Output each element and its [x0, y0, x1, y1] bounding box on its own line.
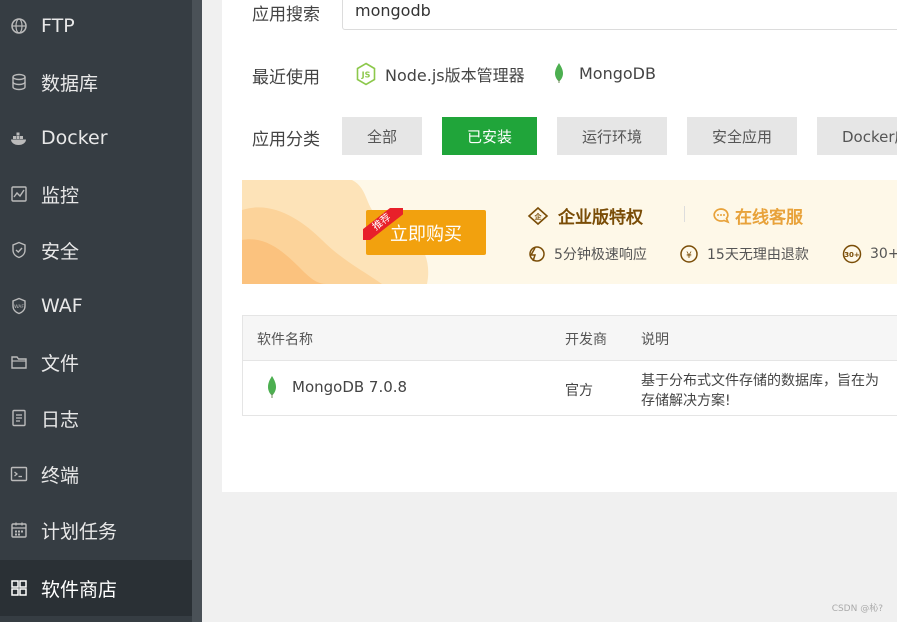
header-description: 说明 [641, 332, 669, 348]
docker-icon [10, 129, 28, 147]
svg-text:30+: 30+ [844, 251, 860, 259]
svg-text:企: 企 [534, 212, 543, 221]
recommend-tag: 推荐 [363, 208, 403, 240]
sidebar-item-security[interactable]: 安全 [0, 222, 192, 278]
category-docker-button[interactable]: Docker应 [817, 117, 897, 155]
mongodb-leaf-icon [268, 376, 276, 398]
online-service-link[interactable]: 在线客服 [711, 203, 803, 228]
sidebar-item-terminal[interactable]: 终端 [0, 446, 192, 502]
category-label: 应用分类 [252, 130, 320, 150]
software-name[interactable]: MongoDB 7.0.8 [292, 378, 407, 396]
search-input[interactable]: mongodb [342, 0, 897, 30]
sidebar-item-label: Docker [41, 127, 108, 149]
monitor-icon [10, 185, 28, 203]
sidebar-item-logs[interactable]: 日志 [0, 390, 192, 446]
sidebar-item-label: 计划任务 [41, 520, 118, 543]
sidebar-gutter [192, 0, 202, 622]
sidebar-item-files[interactable]: 文件 [0, 334, 192, 390]
lightning-clock-icon [529, 246, 545, 262]
log-icon [10, 409, 28, 427]
sidebar-item-monitor[interactable]: 监控 [0, 166, 192, 222]
folder-icon [10, 353, 28, 371]
chat-icon [713, 207, 730, 223]
category-installed-button[interactable]: 已安装 [442, 117, 537, 155]
recommend-ribbon: 推荐 [363, 208, 403, 240]
online-service-label: 在线客服 [735, 208, 803, 228]
feature-more: 30+ 30+ [842, 244, 897, 264]
grid-icon [10, 579, 28, 597]
feature-separator [684, 206, 685, 222]
recent-item-label: Node.js版本管理器 [385, 66, 525, 85]
recent-item-mongodb[interactable]: MongoDB [552, 62, 656, 84]
shield-icon [10, 241, 28, 259]
calendar-icon [10, 521, 28, 539]
header-name: 软件名称 [257, 332, 313, 348]
header-developer: 开发商 [565, 332, 607, 348]
feature-refund: ¥ 15天无理由退款 [679, 244, 809, 264]
sidebar-item-label: 终端 [41, 464, 80, 487]
sidebar-item-label: 数据库 [41, 72, 99, 95]
sidebar: FTP 数据库 Docker 监控 安全 WAF WAF 文件 日志 终端 计划… [0, 0, 192, 622]
software-table: 软件名称 开发商 说明 MongoDB 7.0.8 官方 基于分布式文件存储的数… [242, 315, 897, 416]
sidebar-item-label: FTP [41, 15, 75, 37]
sidebar-item-database[interactable]: 数据库 [0, 54, 192, 110]
sidebar-item-label: WAF [41, 295, 83, 317]
sidebar-item-ftp[interactable]: FTP [0, 0, 192, 54]
feature-response: 5分钟极速响应 [526, 244, 647, 264]
recent-item-nodejs[interactable]: JS Node.js版本管理器 [355, 62, 525, 86]
database-icon [10, 73, 28, 91]
enterprise-icon: 企 [527, 206, 549, 225]
waf-shield-icon: WAF [10, 297, 28, 315]
category-runtime-button[interactable]: 运行环境 [557, 117, 667, 155]
feature-label: 15天无理由退款 [707, 247, 809, 263]
nodejs-icon: JS [356, 62, 376, 86]
sidebar-item-label: 安全 [41, 240, 80, 263]
mongodb-leaf-icon [555, 63, 563, 83]
enterprise-label: 企业版特权 [558, 208, 643, 228]
svg-text:JS: JS [361, 71, 371, 80]
software-description-line2: 存储解决方案! [641, 393, 731, 409]
sidebar-item-label: 软件商店 [41, 578, 118, 601]
feature-label: 30+ [870, 246, 897, 262]
software-description-line1: 基于分布式文件存储的数据库，旨在为 [641, 373, 879, 389]
svg-text:WAF: WAF [14, 304, 24, 310]
globe-icon [10, 17, 28, 35]
sidebar-item-label: 文件 [41, 352, 80, 375]
table-header: 软件名称 开发商 说明 [243, 316, 897, 361]
sidebar-item-label: 日志 [41, 408, 80, 431]
terminal-icon [10, 465, 28, 483]
svg-text:¥: ¥ [686, 251, 692, 261]
category-security-button[interactable]: 安全应用 [687, 117, 797, 155]
recent-item-label: MongoDB [579, 63, 656, 83]
software-developer: 官方 [565, 383, 593, 399]
promo-banner [242, 180, 897, 284]
feature-label: 5分钟极速响应 [554, 247, 647, 263]
watermark: CSDN @杺? [831, 604, 883, 614]
recent-label: 最近使用 [252, 68, 320, 88]
thirty-plus-icon: 30+ [842, 244, 862, 264]
sidebar-item-app-store[interactable]: 软件商店 [0, 560, 192, 616]
refund-icon: ¥ [680, 245, 698, 263]
sidebar-item-docker[interactable]: Docker [0, 110, 192, 166]
sidebar-item-label: 监控 [41, 184, 80, 207]
sidebar-item-cron[interactable]: 计划任务 [0, 502, 192, 558]
category-all-button[interactable]: 全部 [342, 117, 422, 155]
enterprise-title: 企 企业版特权 [526, 203, 643, 228]
sidebar-item-waf[interactable]: WAF WAF [0, 278, 192, 334]
search-label: 应用搜索 [252, 5, 320, 25]
